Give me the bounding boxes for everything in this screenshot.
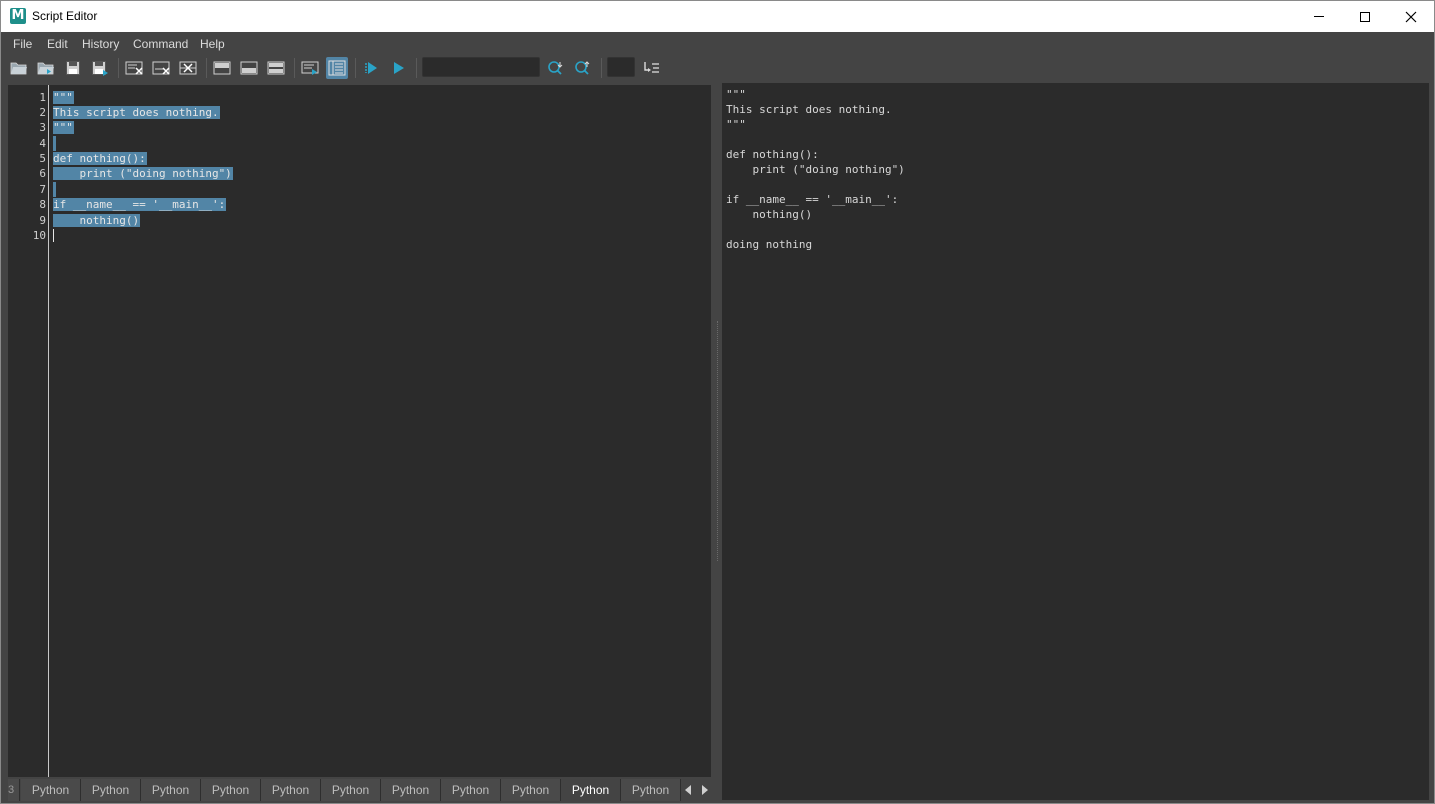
tab-scroll-left-icon[interactable] [685,785,691,795]
code-line-text: def nothing(): [53,152,147,165]
maximize-icon [1360,11,1370,22]
open-script-icon[interactable] [8,57,30,79]
output-line: if __name__ == '__main__': [726,193,899,206]
tab-python[interactable]: Python [201,779,261,801]
code-line-text: This script does nothing. [53,106,220,119]
code-line[interactable]: nothing() [53,213,141,228]
save-script-to-shelf-icon[interactable] [89,57,111,79]
tab-scroll-right-icon[interactable] [702,785,708,795]
selection-marker [53,136,56,151]
selection-marker [53,182,56,197]
code-line-text: nothing() [53,214,141,227]
tab-python[interactable]: Python [501,779,561,801]
script-input-editor[interactable]: 1 2 3 4 5 6 7 8 9 10 """ This script doe… [8,85,711,777]
line-number: 7 [39,183,46,196]
code-line[interactable]: """ [53,90,74,105]
output-line: """ [726,88,746,101]
output-line: This script does nothing. [726,103,892,116]
code-line-text: print ("doing nothing") [53,167,233,180]
maya-logo-icon: M [10,8,26,24]
tab-python[interactable]: Python [621,779,681,801]
search-input[interactable] [422,57,540,77]
menu-history[interactable]: History [82,36,119,52]
pane-splitter[interactable] [711,85,721,801]
show-line-numbers-icon[interactable] [326,57,348,79]
script-tab-bar: 3 Python Python Python Python Python Pyt… [8,779,711,801]
code-line-text: if __name__ == '__main__': [53,198,227,211]
execute-all-icon[interactable] [360,57,382,79]
tab-python[interactable]: Python [321,779,381,801]
tab-python[interactable]: Python [381,779,441,801]
output-line: nothing() [726,208,813,221]
search-up-icon[interactable] [572,57,594,79]
tab-python[interactable]: Python [81,779,141,801]
code-line[interactable]: """ [53,120,74,135]
output-line: """ [726,118,746,131]
save-script-icon[interactable] [62,57,84,79]
echo-all-commands-icon[interactable] [299,57,321,79]
tab-python-active[interactable]: Python [561,779,621,801]
tab-python[interactable]: Python [141,779,201,801]
line-number: 3 [39,121,46,134]
code-line[interactable]: This script does nothing. [53,105,220,120]
line-number: 6 [39,167,46,180]
show-input-icon[interactable] [238,57,260,79]
line-number: 4 [39,137,46,150]
clear-all-icon[interactable] [177,57,199,79]
toolbar-separator [206,58,207,78]
menu-command[interactable]: Command [133,36,188,52]
line-number-gutter: 1 2 3 4 5 6 7 8 9 10 [8,85,49,777]
output-line: def nothing(): [726,148,819,161]
text-cursor [53,229,54,242]
tab-python[interactable]: Python [441,779,501,801]
code-line-text: """ [53,91,74,104]
menu-bar: File Edit History Command Help [1,32,1434,54]
tab-partial[interactable]: 3 [8,779,20,801]
close-button[interactable] [1388,1,1434,32]
line-number: 1 [39,91,46,104]
line-number: 10 [32,229,46,242]
clear-history-icon[interactable] [123,57,145,79]
tab-python[interactable]: Python [21,779,81,801]
goto-line-input[interactable] [607,57,635,77]
menu-edit[interactable]: Edit [47,36,68,52]
toolbar-separator [294,58,295,78]
goto-line-icon[interactable] [640,57,662,79]
code-line[interactable] [53,182,56,197]
menu-file[interactable]: File [13,36,32,52]
code-line-text: """ [53,121,74,134]
title-bar: M Script Editor [1,1,1434,32]
clear-input-icon[interactable] [150,57,172,79]
tab-python[interactable]: Python [261,779,321,801]
minimize-button[interactable] [1296,1,1342,32]
source-script-icon[interactable] [35,57,57,79]
toolbar [1,54,1434,82]
output-line: doing nothing [726,238,813,251]
code-line[interactable]: if __name__ == '__main__': [53,197,227,212]
code-line[interactable]: def nothing(): [53,151,147,166]
menu-help[interactable]: Help [200,36,225,52]
show-both-icon[interactable] [265,57,287,79]
line-number: 8 [39,198,46,211]
toolbar-separator [355,58,356,78]
toolbar-separator [416,58,417,78]
toolbar-separator [601,58,602,78]
show-history-icon[interactable] [211,57,233,79]
line-number: 5 [39,152,46,165]
code-line[interactable] [53,136,56,151]
history-output-pane[interactable]: """ This script does nothing. """ def no… [722,83,1429,800]
search-down-icon[interactable] [545,57,567,79]
close-icon [1405,11,1417,22]
window-title: Script Editor [32,9,98,23]
toolbar-separator [118,58,119,78]
code-line[interactable]: print ("doing nothing") [53,166,233,181]
line-number: 2 [39,106,46,119]
script-editor-window: M Script Editor File Edit History Comman… [0,0,1435,804]
execute-icon[interactable] [387,57,409,79]
maximize-button[interactable] [1342,1,1388,32]
line-number: 9 [39,214,46,227]
minimize-icon [1314,16,1324,17]
output-line: print ("doing nothing") [726,163,905,176]
splitter-grip[interactable] [717,321,719,561]
